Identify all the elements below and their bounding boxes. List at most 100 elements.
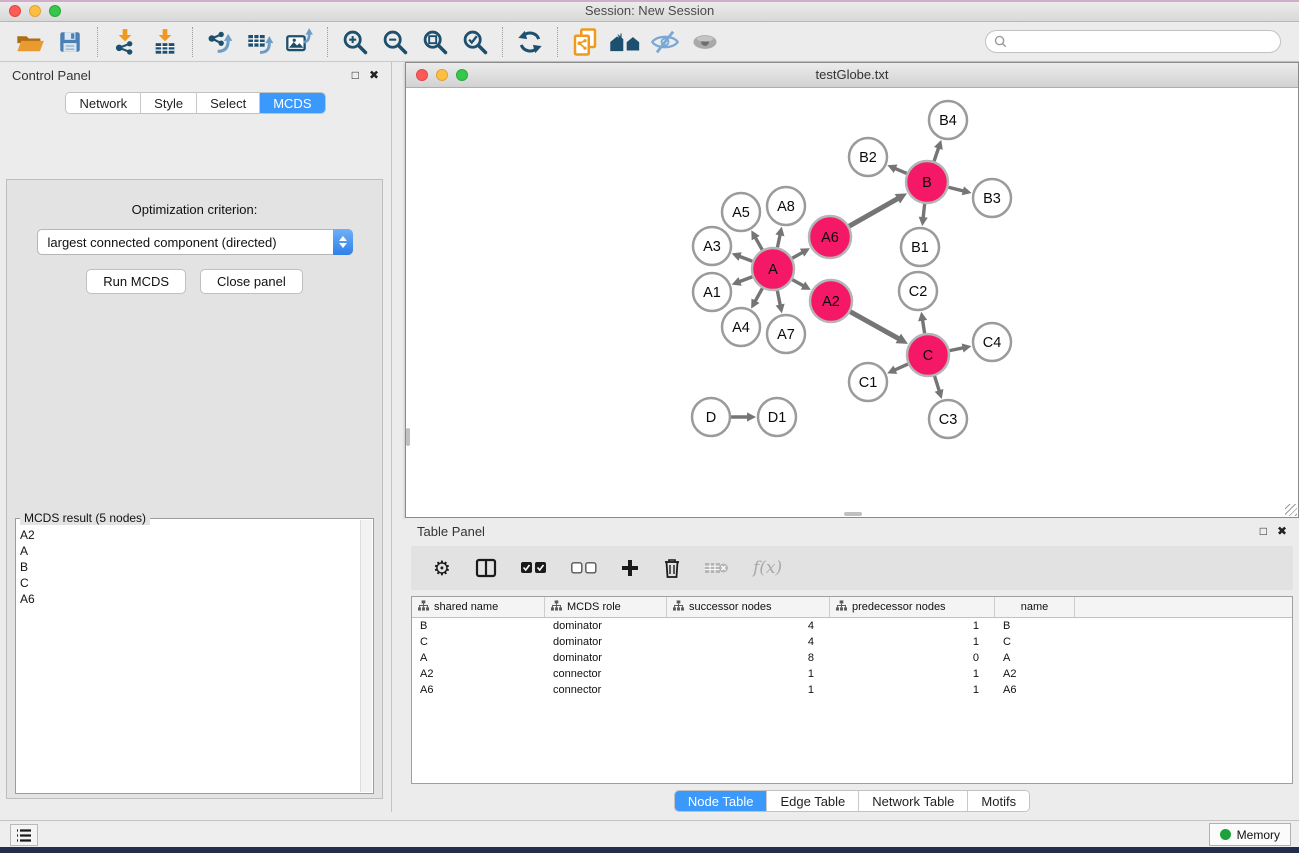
graph-node-A6[interactable]: A6 [809, 216, 851, 258]
column-header-MCDS-role[interactable]: MCDS role [545, 597, 667, 617]
graph-edge-A-A1[interactable] [732, 277, 753, 286]
export-table-icon[interactable] [240, 25, 280, 59]
zoom-out-icon[interactable] [375, 25, 415, 59]
graph-node-B2[interactable]: B2 [849, 138, 887, 176]
close-panel-icon[interactable]: ✖ [369, 69, 379, 81]
graph-node-B[interactable]: B [906, 161, 948, 203]
graph-edge-A-A4[interactable] [751, 288, 762, 308]
task-history-button[interactable] [10, 824, 38, 846]
column-header-successor-nodes[interactable]: successor nodes [667, 597, 830, 617]
table-cell[interactable]: A6 [412, 682, 545, 698]
table-row[interactable]: Bdominator41B [412, 618, 1292, 634]
graph-edge-A-A2[interactable] [792, 280, 811, 290]
table-cell[interactable]: 1 [667, 682, 830, 698]
graph-edge-A-A5[interactable] [751, 230, 762, 250]
graph-node-A8[interactable]: A8 [767, 187, 805, 225]
graph-node-C2[interactable]: C2 [899, 272, 937, 310]
table-cell[interactable]: connector [545, 666, 667, 682]
resize-grip[interactable] [1285, 504, 1297, 516]
close-table-panel-icon[interactable]: ✖ [1277, 525, 1287, 537]
graph-edge-A-A8[interactable] [775, 227, 784, 248]
graph-node-D1[interactable]: D1 [758, 398, 796, 436]
table-cell[interactable]: dominator [545, 618, 667, 634]
search-input[interactable] [1012, 35, 1272, 49]
close-panel-button[interactable]: Close panel [200, 269, 303, 294]
vertical-scrollbar[interactable] [406, 428, 410, 446]
save-icon[interactable] [50, 25, 90, 59]
table-cell[interactable]: C [995, 634, 1075, 650]
graph-node-D[interactable]: D [692, 398, 730, 436]
table-cell[interactable]: B [995, 618, 1075, 634]
tab-style[interactable]: Style [141, 93, 197, 113]
graph-node-A3[interactable]: A3 [693, 227, 731, 265]
graph-edge-C-C4[interactable] [950, 343, 972, 352]
network-window-titlebar[interactable]: testGlobe.txt [406, 63, 1298, 88]
add-icon[interactable] [621, 559, 639, 577]
horizontal-scrollbar[interactable] [844, 512, 862, 516]
zoom-in-icon[interactable] [335, 25, 375, 59]
table-cell[interactable]: 1 [830, 666, 995, 682]
graph-node-C1[interactable]: C1 [849, 363, 887, 401]
table-cell[interactable]: 4 [667, 634, 830, 650]
graph-node-A2[interactable]: A2 [810, 280, 852, 322]
table-cell[interactable]: 1 [830, 618, 995, 634]
graph-node-B4[interactable]: B4 [929, 101, 967, 139]
table-cell[interactable]: B [412, 618, 545, 634]
checked-boxes-icon[interactable] [521, 562, 547, 574]
run-mcds-button[interactable]: Run MCDS [86, 269, 186, 294]
mcds-result-item[interactable]: C [20, 575, 360, 591]
graph-node-B1[interactable]: B1 [901, 228, 939, 266]
zoom-fit-icon[interactable] [415, 25, 455, 59]
table-tab-motifs[interactable]: Motifs [968, 791, 1029, 811]
column-header-name[interactable]: name [995, 597, 1075, 617]
result-scrollbar[interactable] [360, 520, 372, 792]
hide-selected-icon[interactable] [645, 25, 685, 59]
table-cell[interactable]: connector [545, 682, 667, 698]
float-table-panel-icon[interactable]: □ [1260, 525, 1267, 537]
zoom-selected-icon[interactable] [455, 25, 495, 59]
float-panel-icon[interactable]: □ [352, 69, 359, 81]
import-network-icon[interactable] [105, 25, 145, 59]
graph-edge-A-A3[interactable] [732, 252, 753, 261]
table-cell[interactable]: A6 [995, 682, 1075, 698]
graph-node-A[interactable]: A [752, 248, 794, 290]
unchecked-boxes-icon[interactable] [571, 562, 597, 574]
mcds-result-item[interactable]: A6 [20, 591, 360, 607]
graph-node-A5[interactable]: A5 [722, 193, 760, 231]
table-cell[interactable]: 1 [667, 666, 830, 682]
export-image-icon[interactable] [280, 25, 320, 59]
network-canvas[interactable]: B4B2BB3B1A5A8A6A3AA1A2C2A4A7C4CC1C3DD1 [406, 88, 1298, 517]
graph-edge-A-A7[interactable] [776, 291, 785, 314]
layout-refresh-icon[interactable] [510, 25, 550, 59]
table-cell[interactable]: dominator [545, 650, 667, 666]
table-cell[interactable]: 8 [667, 650, 830, 666]
table-cell[interactable]: A2 [995, 666, 1075, 682]
graph-edge-A6-B[interactable] [849, 193, 907, 226]
tab-select[interactable]: Select [197, 93, 260, 113]
graph-edge-B-B3[interactable] [948, 186, 971, 195]
graph-node-C4[interactable]: C4 [973, 323, 1011, 361]
column-header-shared-name[interactable]: shared name [412, 597, 545, 617]
graph-edge-B-B4[interactable] [934, 140, 943, 161]
graph-node-A4[interactable]: A4 [722, 308, 760, 346]
graph-edge-A-A6[interactable] [792, 248, 810, 258]
table-tab-network-table[interactable]: Network Table [859, 791, 968, 811]
tab-mcds[interactable]: MCDS [260, 93, 324, 113]
graph-node-A1[interactable]: A1 [693, 273, 731, 311]
graph-edge-A2-C[interactable] [850, 312, 908, 344]
import-table-icon[interactable] [145, 25, 185, 59]
table-row[interactable]: A2connector11A2 [412, 666, 1292, 682]
graph-edge-C-C1[interactable] [887, 364, 908, 374]
table-cell[interactable]: 1 [830, 682, 995, 698]
mcds-result-item[interactable]: A2 [20, 527, 360, 543]
graph-edge-D-D1[interactable] [731, 412, 756, 421]
table-row[interactable]: A6connector11A6 [412, 682, 1292, 698]
gear-icon[interactable]: ⚙ [433, 558, 451, 578]
graph-edge-B-B1[interactable] [919, 204, 928, 226]
table-cell[interactable]: dominator [545, 634, 667, 650]
table-cell[interactable]: C [412, 634, 545, 650]
mcds-result-item[interactable]: A [20, 543, 360, 559]
graph-node-C[interactable]: C [907, 334, 949, 376]
graph-node-C3[interactable]: C3 [929, 400, 967, 438]
graph-node-B3[interactable]: B3 [973, 179, 1011, 217]
